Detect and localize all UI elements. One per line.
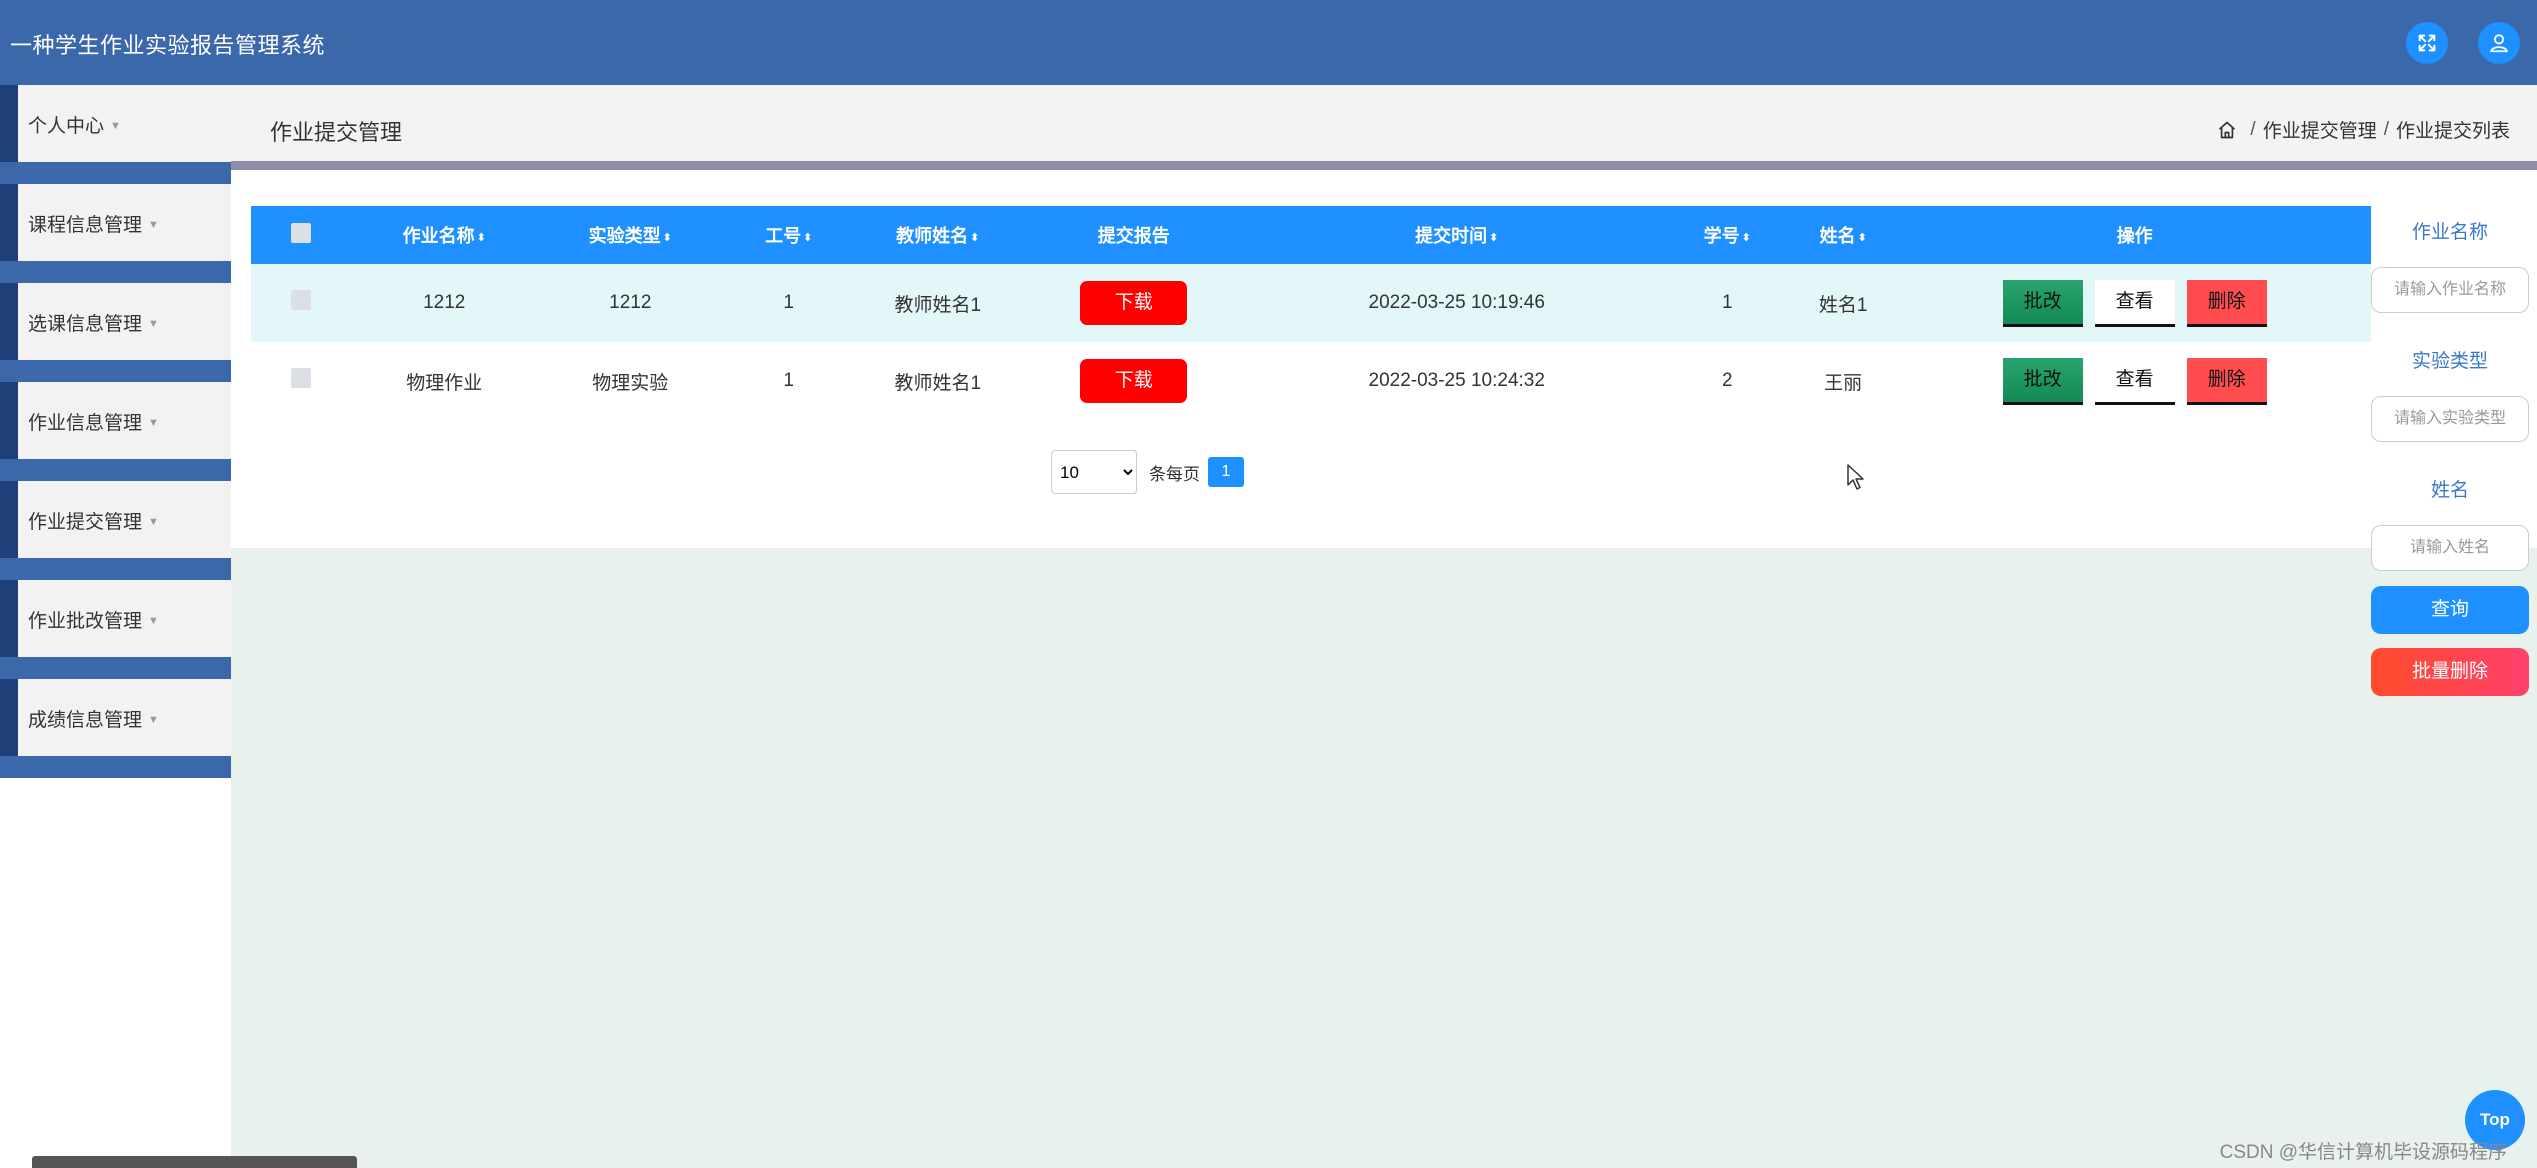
app-title: 一种学生作业实验报告管理系统 bbox=[10, 33, 326, 58]
row-checkbox[interactable] bbox=[251, 264, 351, 342]
home-icon[interactable] bbox=[2217, 120, 2237, 140]
cell-student-no: 1 bbox=[1666, 264, 1788, 342]
table-row: 1212 1212 1 教师姓名1 下载 2022-03-25 10:19:46… bbox=[251, 264, 2371, 342]
column-header[interactable]: 作业名称 ⬍ bbox=[350, 206, 539, 264]
column-header: 操作 bbox=[1898, 206, 2371, 264]
sidebar-item-homework-review[interactable]: 作业批改管理 ▼ bbox=[0, 580, 231, 679]
horizontal-scrollbar[interactable] bbox=[32, 1156, 357, 1168]
sidebar-item-label: 成绩信息管理 bbox=[28, 710, 143, 731]
cell-time: 2022-03-25 10:24:32 bbox=[1246, 342, 1667, 420]
column-header[interactable]: 学号 ⬍ bbox=[1666, 206, 1788, 264]
cell-name: 1212 bbox=[350, 264, 539, 342]
column-header[interactable]: 教师姓名 ⬍ bbox=[854, 206, 1021, 264]
row-checkbox[interactable] bbox=[251, 342, 351, 420]
sort-icon[interactable]: ⬍ bbox=[803, 232, 812, 244]
cell-job-no: 1 bbox=[722, 342, 855, 420]
top-header: 一种学生作业实验报告管理系统 bbox=[0, 0, 2537, 85]
cell-student-name: 王丽 bbox=[1787, 342, 1899, 420]
review-button[interactable]: 批改 bbox=[2002, 279, 2083, 327]
cell-teacher: 教师姓名1 bbox=[854, 264, 1021, 342]
fullscreen-icon bbox=[2418, 34, 2436, 52]
sidebar-item-label: 个人中心 bbox=[28, 116, 105, 137]
search-label-experiment-type: 实验类型 bbox=[2411, 351, 2488, 372]
cell-student-no: 2 bbox=[1666, 342, 1788, 420]
breadcrumb-item-current: 作业提交列表 bbox=[2395, 121, 2510, 142]
sort-icon[interactable]: ⬍ bbox=[477, 232, 486, 244]
view-button[interactable]: 查看 bbox=[2094, 279, 2175, 327]
column-header[interactable]: 姓名 ⬍ bbox=[1787, 206, 1899, 264]
watermark: CSDN @华信计算机毕设源码程序 bbox=[2219, 1142, 2507, 1163]
cell-job-no: 1 bbox=[722, 264, 855, 342]
sidebar-item-course-info[interactable]: 课程信息管理 ▼ bbox=[0, 184, 231, 283]
delete-button[interactable]: 删除 bbox=[2186, 279, 2267, 327]
sidebar-item-grade-info[interactable]: 成绩信息管理 ▼ bbox=[0, 679, 231, 778]
sort-icon[interactable]: ⬍ bbox=[663, 232, 672, 244]
caret-down-icon: ▼ bbox=[148, 318, 159, 330]
search-label-homework-name: 作业名称 bbox=[2411, 222, 2488, 243]
table-header-row: 作业名称 ⬍ 实验类型 ⬍ 工号 ⬍ 教师姓名 ⬍ 提交报告 提交时间 ⬍ 学号 ⬍ 姓名 ⬍… bbox=[251, 206, 2371, 264]
student-name-input[interactable] bbox=[2371, 525, 2529, 571]
sidebar-item-label: 课程信息管理 bbox=[28, 215, 143, 236]
sidebar: 个人中心 ▼ 课程信息管理 ▼ 选课信息管理 ▼ 作业信息管理 ▼ 作业提交管理 ▼ 作业… bbox=[0, 85, 231, 1168]
page-size-select[interactable]: 10 bbox=[1051, 450, 1137, 494]
sidebar-item-personal-center[interactable]: 个人中心 ▼ bbox=[0, 85, 231, 184]
page-title: 作业提交管理 bbox=[270, 120, 403, 145]
sidebar-item-homework-info[interactable]: 作业信息管理 ▼ bbox=[0, 382, 231, 481]
batch-delete-button[interactable]: 批量删除 bbox=[2371, 648, 2529, 696]
sort-icon[interactable]: ⬍ bbox=[1489, 232, 1498, 244]
sidebar-item-homework-submission[interactable]: 作业提交管理 ▼ bbox=[0, 481, 231, 580]
select-all-checkbox[interactable] bbox=[251, 206, 351, 264]
cell-teacher: 教师姓名1 bbox=[854, 342, 1021, 420]
sort-icon[interactable]: ⬍ bbox=[1858, 232, 1867, 244]
download-button[interactable]: 下载 bbox=[1080, 359, 1188, 403]
submission-table: 作业名称 ⬍ 实验类型 ⬍ 工号 ⬍ 教师姓名 ⬍ 提交报告 提交时间 ⬍ 学号 ⬍ 姓名 ⬍… bbox=[251, 206, 2371, 420]
column-header: 提交报告 bbox=[1020, 206, 1247, 264]
sort-icon[interactable]: ⬍ bbox=[970, 232, 979, 244]
caret-down-icon: ▼ bbox=[148, 219, 159, 231]
download-button[interactable]: 下载 bbox=[1080, 281, 1188, 325]
review-button[interactable]: 批改 bbox=[2002, 357, 2083, 405]
sidebar-item-course-selection[interactable]: 选课信息管理 ▼ bbox=[0, 283, 231, 382]
search-label-student-name: 姓名 bbox=[2430, 480, 2469, 501]
view-button[interactable]: 查看 bbox=[2094, 357, 2175, 405]
experiment-type-input[interactable] bbox=[2371, 396, 2529, 442]
user-icon bbox=[2490, 34, 2508, 53]
sidebar-item-label: 作业信息管理 bbox=[28, 413, 143, 434]
user-button[interactable] bbox=[2478, 22, 2520, 64]
main-panel: 作业名称 ⬍ 实验类型 ⬍ 工号 ⬍ 教师姓名 ⬍ 提交报告 提交时间 ⬍ 学号 ⬍ 姓名 ⬍… bbox=[231, 170, 2537, 548]
breadcrumb: / 作业提交管理 / 作业提交列表 bbox=[2217, 116, 2510, 143]
table-row: 物理作业 物理实验 1 教师姓名1 下载 2022-03-25 10:24:32… bbox=[251, 342, 2371, 420]
column-header[interactable]: 工号 ⬍ bbox=[722, 206, 855, 264]
homework-name-input[interactable] bbox=[2371, 267, 2529, 313]
content-header: 作业提交管理 / 作业提交管理 / 作业提交列表 bbox=[231, 85, 2537, 170]
breadcrumb-item[interactable]: 作业提交管理 bbox=[2263, 116, 2377, 143]
sidebar-item-label: 选课信息管理 bbox=[28, 314, 143, 335]
sidebar-item-label: 作业批改管理 bbox=[28, 611, 143, 632]
page-number-current[interactable]: 1 bbox=[1208, 457, 1244, 487]
cell-time: 2022-03-25 10:19:46 bbox=[1246, 264, 1667, 342]
caret-down-icon: ▼ bbox=[148, 417, 159, 429]
per-page-label: 条每页 bbox=[1149, 464, 1200, 484]
cell-type: 物理实验 bbox=[538, 342, 723, 420]
cell-student-name: 姓名1 bbox=[1787, 264, 1899, 342]
column-header[interactable]: 提交时间 ⬍ bbox=[1246, 206, 1667, 264]
mouse-cursor-icon bbox=[1847, 464, 1864, 490]
delete-button[interactable]: 删除 bbox=[2186, 357, 2267, 405]
caret-down-icon: ▼ bbox=[148, 516, 159, 528]
caret-down-icon: ▼ bbox=[148, 714, 159, 726]
column-header[interactable]: 实验类型 ⬍ bbox=[538, 206, 723, 264]
cell-type: 1212 bbox=[538, 264, 723, 342]
fullscreen-button[interactable] bbox=[2406, 22, 2448, 64]
pagination: 10 条每页 1 bbox=[1051, 450, 1244, 494]
caret-down-icon: ▼ bbox=[110, 120, 121, 132]
caret-down-icon: ▼ bbox=[148, 615, 159, 627]
query-button[interactable]: 查询 bbox=[2371, 586, 2529, 634]
sidebar-item-label: 作业提交管理 bbox=[28, 512, 143, 533]
sort-icon[interactable]: ⬍ bbox=[1742, 232, 1751, 244]
cell-name: 物理作业 bbox=[350, 342, 539, 420]
